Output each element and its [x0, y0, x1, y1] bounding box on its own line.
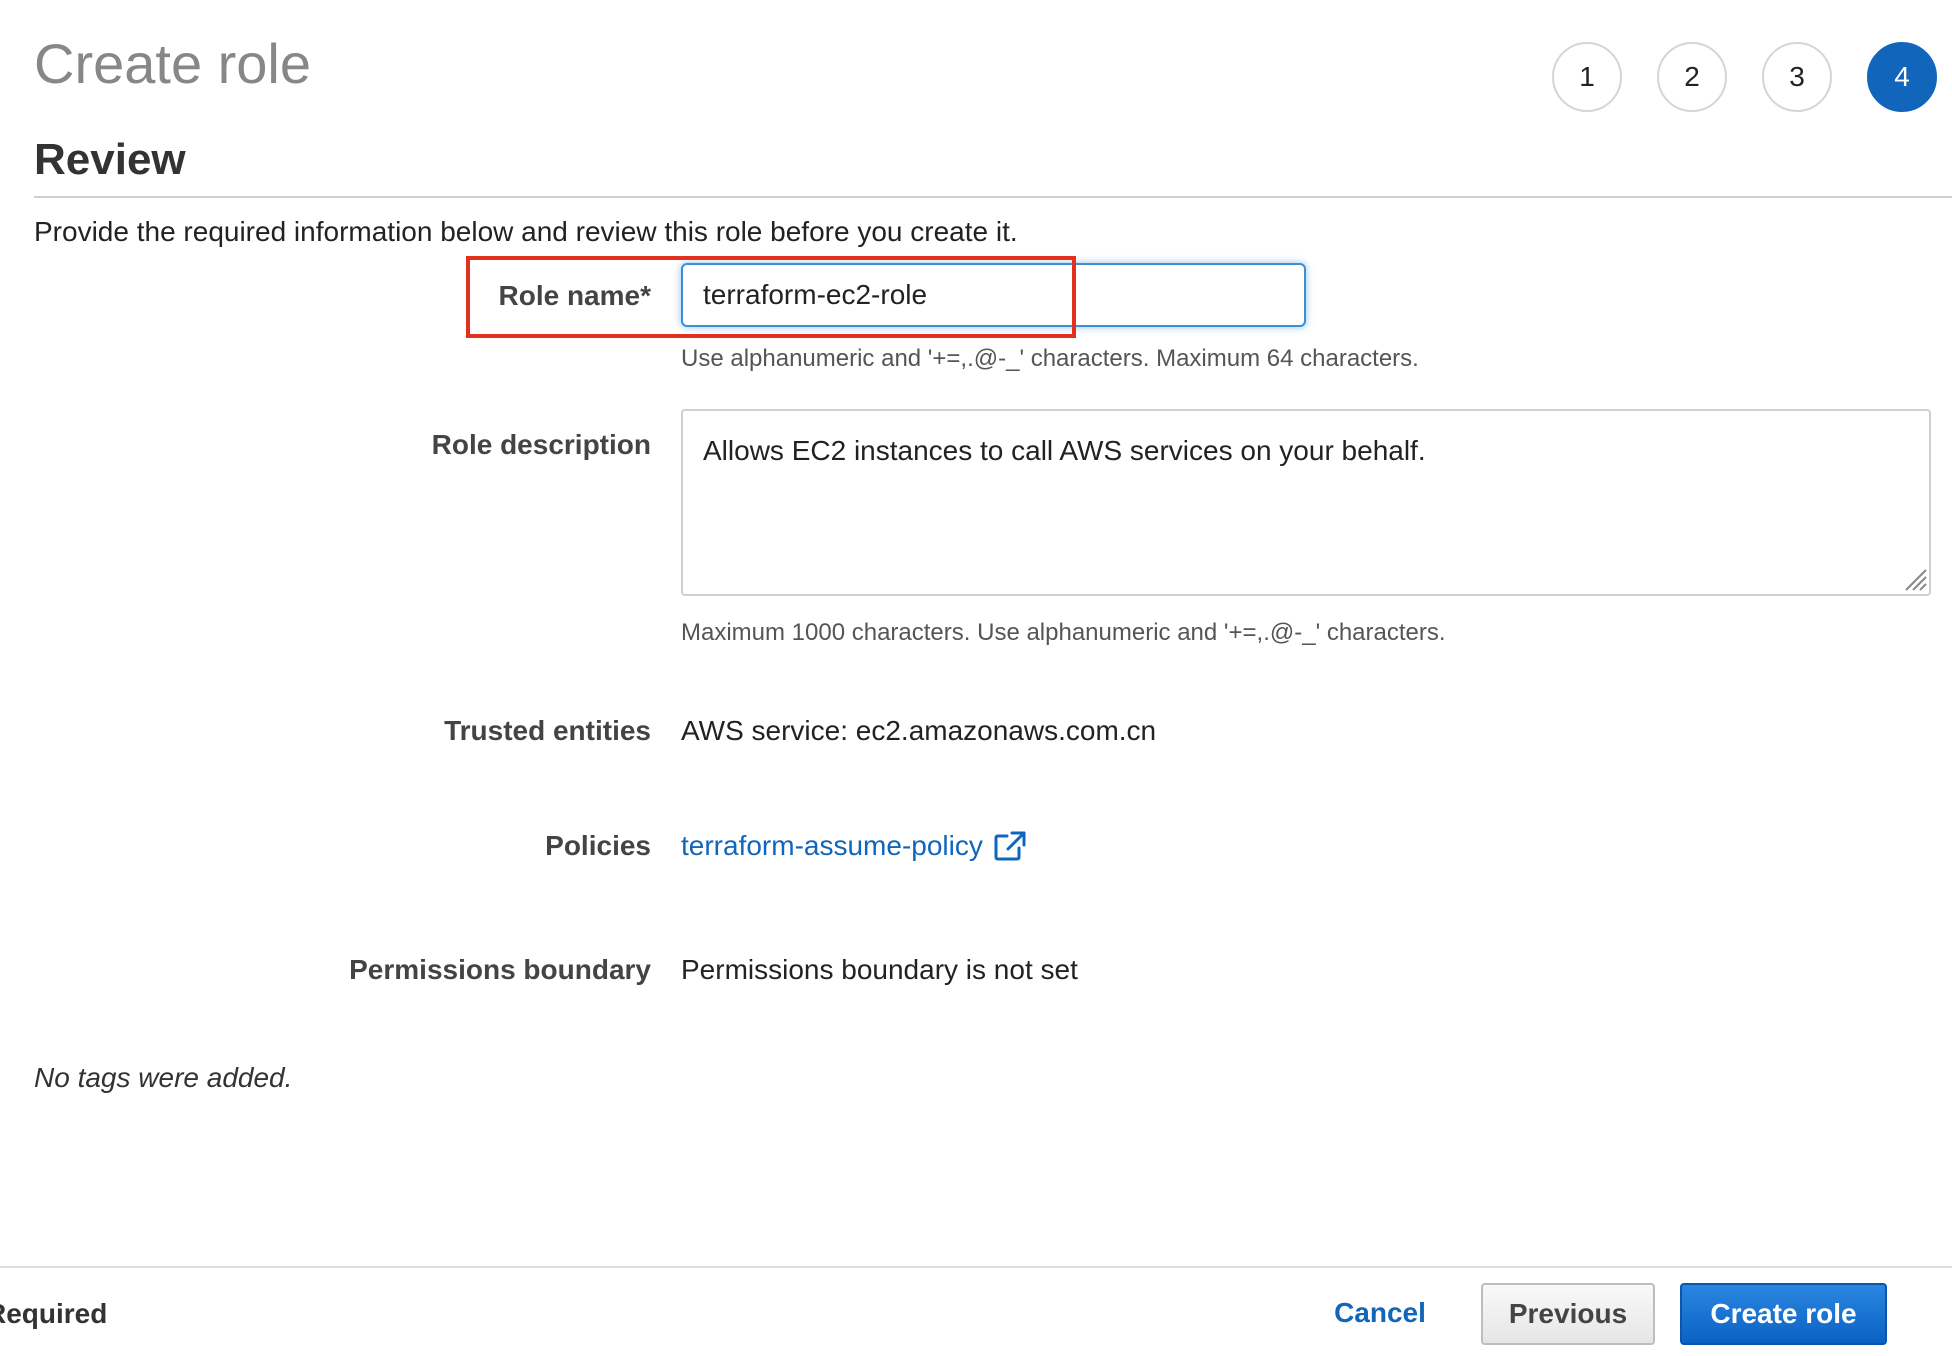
footer-divider: [0, 1266, 1952, 1268]
cancel-button[interactable]: Cancel: [1320, 1282, 1440, 1344]
step-3[interactable]: 3: [1762, 42, 1832, 112]
step-1[interactable]: 1: [1552, 42, 1622, 112]
no-tags-note: No tags were added.: [34, 1062, 293, 1093]
policies-label: Policies: [545, 830, 651, 861]
previous-button[interactable]: Previous: [1481, 1283, 1655, 1345]
role-description-hint: Maximum 1000 characters. Use alphanumeri…: [681, 619, 1446, 646]
section-title: Review: [34, 135, 186, 184]
header-divider: [34, 196, 1952, 198]
external-link-icon[interactable]: [993, 830, 1027, 862]
page-title: Create role: [34, 32, 312, 95]
role-name-label: Role name*: [498, 280, 652, 311]
step-4-active[interactable]: 4: [1867, 42, 1937, 112]
role-description-label: Role description: [431, 429, 651, 460]
role-name-input[interactable]: [681, 263, 1306, 327]
create-role-page: Create role 1 2 3 4 Review Provide the r…: [0, 0, 1952, 1356]
resize-grip-icon[interactable]: [1902, 566, 1928, 592]
permissions-boundary-label: Permissions boundary: [349, 954, 651, 985]
trusted-entities-label: Trusted entities: [444, 715, 651, 746]
create-role-button[interactable]: Create role: [1680, 1283, 1887, 1345]
trusted-entities-value: AWS service: ec2.amazonaws.com.cn: [681, 715, 1157, 746]
required-note: Required: [0, 1298, 108, 1329]
step-2[interactable]: 2: [1657, 42, 1727, 112]
role-name-hint: Use alphanumeric and '+=,.@-_' character…: [681, 345, 1419, 372]
permissions-boundary-value: Permissions boundary is not set: [681, 954, 1078, 985]
role-description-textarea[interactable]: Allows EC2 instances to call AWS service…: [681, 409, 1931, 596]
intro-text: Provide the required information below a…: [34, 216, 1018, 247]
policy-link-text[interactable]: terraform-assume-policy: [681, 828, 983, 864]
policy-link[interactable]: terraform-assume-policy: [681, 828, 1027, 864]
